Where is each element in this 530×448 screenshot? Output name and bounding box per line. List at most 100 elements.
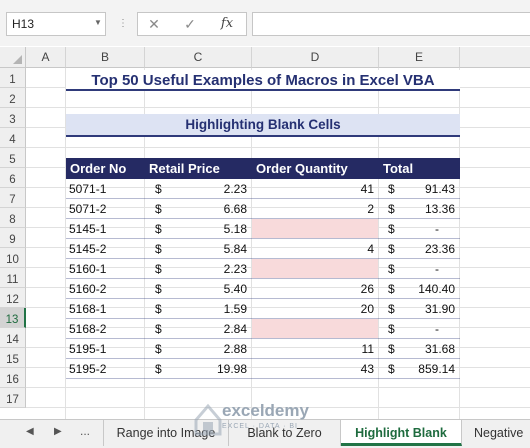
cell-order-no[interactable]: 5160-1	[66, 259, 145, 279]
row-header-14[interactable]: 14	[0, 328, 26, 348]
cell-total[interactable]: 31.68	[405, 339, 455, 359]
cell-order-quantity[interactable]: 43	[252, 359, 378, 379]
column-header-c[interactable]: C	[145, 47, 252, 68]
column-header-a[interactable]: A	[26, 47, 66, 68]
cell-order-no[interactable]: 5145-1	[66, 219, 145, 239]
cell-order-no[interactable]: 5160-2	[66, 279, 145, 299]
row-header-3[interactable]: 3	[0, 108, 26, 128]
column-header-e[interactable]: E	[379, 47, 460, 68]
cell-total[interactable]: -	[405, 259, 455, 279]
insert-function-icon[interactable]: fx	[215, 12, 239, 36]
cell-price-currency[interactable]: $	[145, 219, 175, 239]
cell-retail-price[interactable]: 2.88	[175, 339, 247, 359]
column-header-f[interactable]	[460, 47, 530, 68]
row-header-9[interactable]: 9	[0, 228, 26, 248]
cell-price-currency[interactable]: $	[145, 339, 175, 359]
cell-order-quantity[interactable]	[252, 219, 378, 238]
cell-price-currency[interactable]: $	[145, 319, 175, 339]
cell-retail-price[interactable]: 2.23	[175, 259, 247, 279]
tab-highlight-blank[interactable]: Highlight Blank	[341, 420, 462, 446]
gridline	[26, 107, 530, 108]
row-header-8[interactable]: 8	[0, 208, 26, 228]
cell-total[interactable]: 23.36	[405, 239, 455, 259]
cell-total[interactable]: 13.36	[405, 199, 455, 219]
cell-total-currency[interactable]: $	[379, 219, 405, 239]
cell-order-quantity[interactable]: 20	[252, 299, 378, 319]
cell-retail-price[interactable]: 6.68	[175, 199, 247, 219]
cell-total[interactable]: 91.43	[405, 179, 455, 199]
cell-order-no[interactable]: 5195-2	[66, 359, 145, 379]
cell-total-currency[interactable]: $	[379, 339, 405, 359]
cell-total-currency[interactable]: $	[379, 179, 405, 199]
cell-price-currency[interactable]: $	[145, 239, 175, 259]
cell-retail-price[interactable]: 19.98	[175, 359, 247, 379]
cell-price-currency[interactable]: $	[145, 259, 175, 279]
cell-total-currency[interactable]: $	[379, 199, 405, 219]
cell-retail-price[interactable]: 5.84	[175, 239, 247, 259]
row-header-6[interactable]: 6	[0, 168, 26, 188]
column-header-b[interactable]: B	[66, 47, 145, 68]
cell-order-no[interactable]: 5168-1	[66, 299, 145, 319]
cell-total-currency[interactable]: $	[379, 319, 405, 339]
cell-price-currency[interactable]: $	[145, 179, 175, 199]
row-header-4[interactable]: 4	[0, 128, 26, 148]
row-header-16[interactable]: 16	[0, 368, 26, 388]
cell-order-no[interactable]: 5145-2	[66, 239, 145, 259]
cell-total[interactable]: -	[405, 319, 455, 339]
cell-retail-price[interactable]: 2.84	[175, 319, 247, 339]
cell-retail-price[interactable]: 5.40	[175, 279, 247, 299]
cell-order-no[interactable]: 5071-1	[66, 179, 145, 199]
cell-price-currency[interactable]: $	[145, 359, 175, 379]
cell-order-no[interactable]: 5168-2	[66, 319, 145, 339]
cell-retail-price[interactable]: 1.59	[175, 299, 247, 319]
cell-price-currency[interactable]: $	[145, 299, 175, 319]
cell-price-currency[interactable]: $	[145, 199, 175, 219]
cell-total[interactable]: 31.90	[405, 299, 455, 319]
row-header-5[interactable]: 5	[0, 148, 26, 168]
cell-order-no[interactable]: 5071-2	[66, 199, 145, 219]
cell-price-currency[interactable]: $	[145, 279, 175, 299]
tab-negative[interactable]: Negative	[462, 420, 530, 446]
gridline	[26, 147, 530, 148]
cell-total-currency[interactable]: $	[379, 259, 405, 279]
section-subtitle: Highlighting Blank Cells	[66, 114, 460, 137]
more-tabs-button[interactable]: ...	[80, 424, 90, 438]
row-header-17[interactable]: 17	[0, 388, 26, 408]
row-header-7[interactable]: 7	[0, 188, 26, 208]
cell-total-currency[interactable]: $	[379, 359, 405, 379]
row-header-10[interactable]: 10	[0, 248, 26, 268]
row-header-2[interactable]: 2	[0, 88, 26, 108]
row-header-13[interactable]: 13	[0, 308, 26, 328]
cell-total[interactable]: 140.40	[405, 279, 455, 299]
cell-order-quantity[interactable]: 2	[252, 199, 378, 219]
chevron-down-icon[interactable]: ▼	[92, 12, 104, 34]
grip-icon[interactable]: ⋮	[118, 14, 128, 34]
cell-order-quantity[interactable]: 11	[252, 339, 378, 359]
row-header-12[interactable]: 12	[0, 288, 26, 308]
cell-total-currency[interactable]: $	[379, 239, 405, 259]
cell-order-quantity[interactable]	[252, 319, 378, 338]
row-header-11[interactable]: 11	[0, 268, 26, 288]
row-header-1[interactable]: 1	[0, 68, 26, 88]
formula-input[interactable]	[252, 12, 530, 36]
cell-total-currency[interactable]: $	[379, 279, 405, 299]
name-box[interactable]: H13	[6, 12, 106, 36]
cell-order-quantity[interactable]: 41	[252, 179, 378, 199]
enter-icon[interactable]: ✓	[178, 12, 202, 36]
scroll-tabs-left-icon[interactable]: ◀	[26, 426, 34, 437]
column-header-d[interactable]: D	[252, 47, 379, 68]
cell-order-quantity[interactable]: 4	[252, 239, 378, 259]
cell-total-currency[interactable]: $	[379, 299, 405, 319]
cell-order-quantity[interactable]: 26	[252, 279, 378, 299]
scroll-tabs-right-icon[interactable]: ▶	[54, 426, 62, 437]
cancel-icon[interactable]: ✕	[142, 12, 166, 36]
cell-retail-price[interactable]: 5.18	[175, 219, 247, 239]
cell-retail-price[interactable]: 2.23	[175, 179, 247, 199]
page-title: Top 50 Useful Examples of Macros in Exce…	[66, 70, 460, 91]
cell-order-no[interactable]: 5195-1	[66, 339, 145, 359]
cell-order-quantity[interactable]	[252, 259, 378, 278]
tab-range-into-image[interactable]: Range into Image	[103, 420, 229, 446]
cell-total[interactable]: -	[405, 219, 455, 239]
cell-total[interactable]: 859.14	[405, 359, 455, 379]
row-header-15[interactable]: 15	[0, 348, 26, 368]
